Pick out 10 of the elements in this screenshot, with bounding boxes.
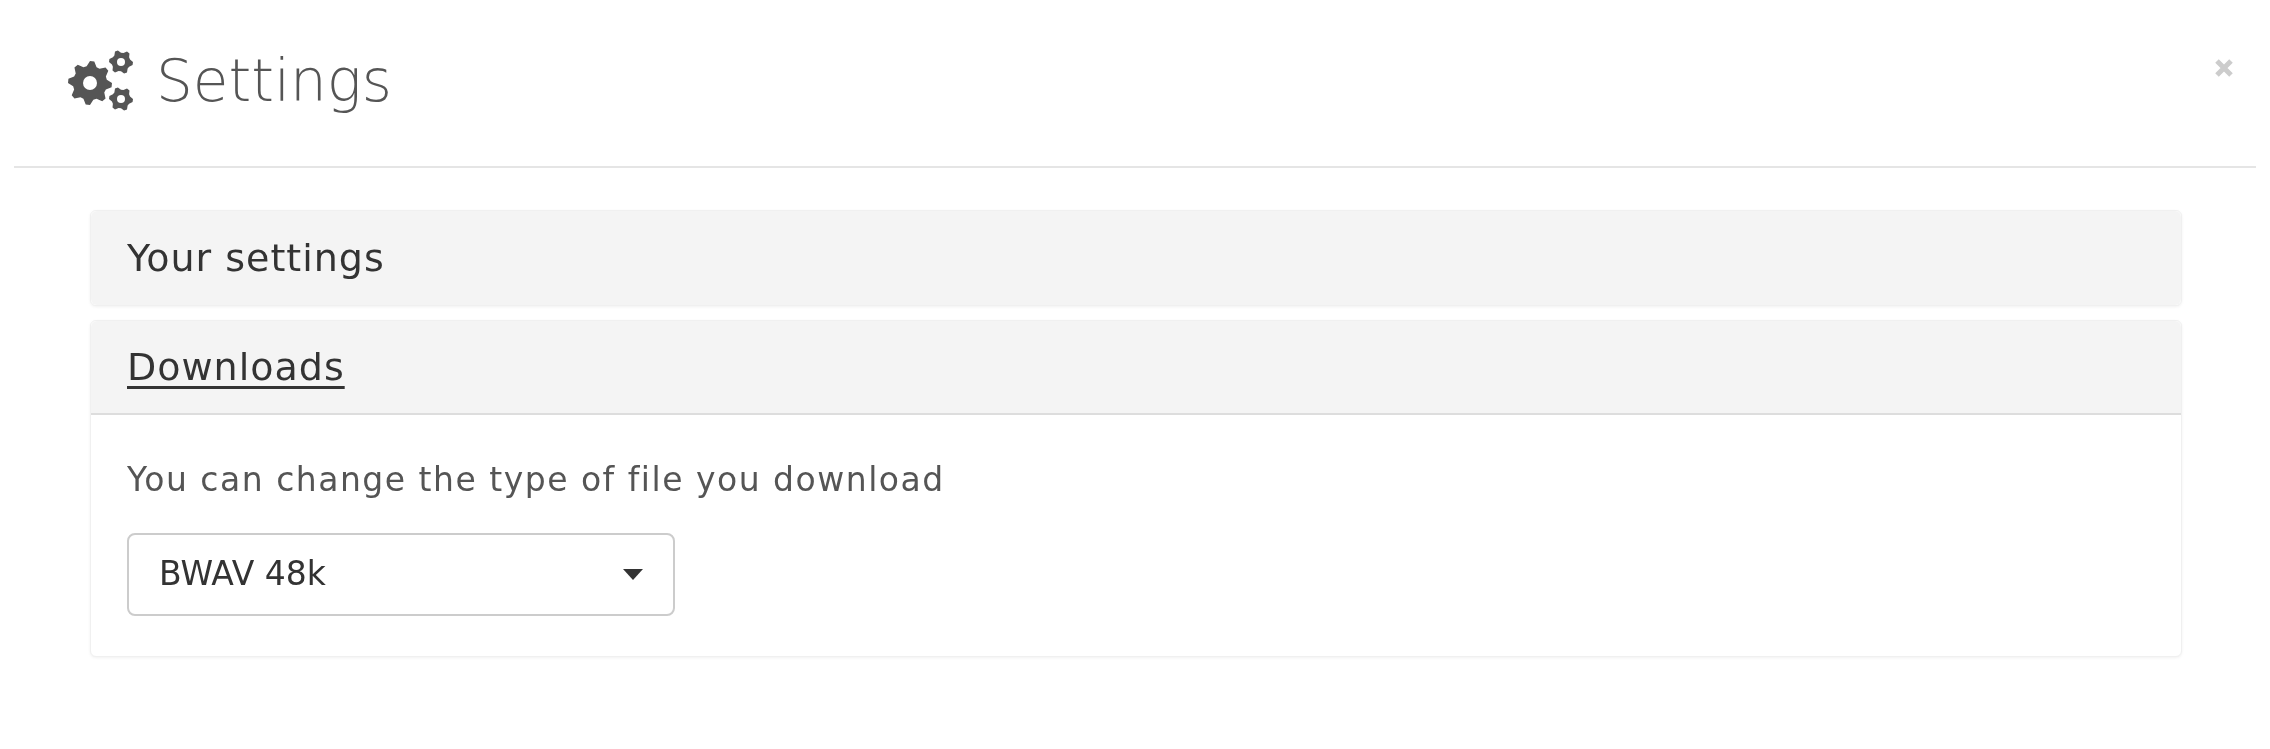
panel-header[interactable]: Downloads — [91, 321, 2181, 415]
file-type-select[interactable]: BWAV 48k — [127, 532, 675, 616]
panel-title[interactable]: Your settings — [127, 229, 385, 287]
panel-title[interactable]: Downloads — [127, 338, 345, 396]
caret-icon — [623, 568, 643, 580]
gears-icon — [68, 50, 134, 112]
close-icon — [2214, 58, 2234, 78]
panel-header[interactable]: Your settings — [91, 211, 2181, 305]
panel-description: You can change the type of file you download — [127, 459, 946, 501]
dialog-title: Settings — [156, 45, 392, 117]
